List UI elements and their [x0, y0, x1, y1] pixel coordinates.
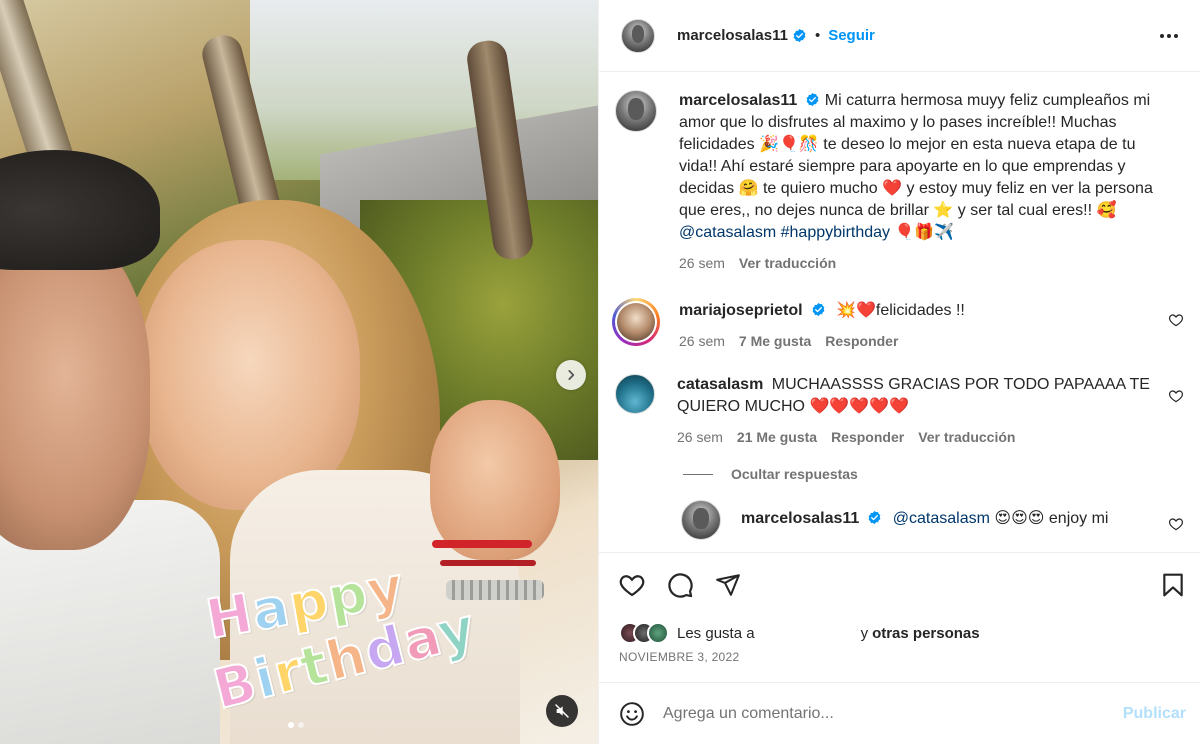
comment-reply: marcelosalas11 @catasalasm 😍😍😍 enjoy mi [681, 500, 1184, 540]
media-man-face [0, 230, 150, 550]
carousel-indicator [288, 722, 304, 728]
caption-hashtag[interactable]: #happybirthday [781, 224, 890, 241]
comment-time[interactable]: 26 sem [679, 330, 725, 352]
reply-button[interactable]: Responder [825, 330, 898, 352]
verified-badge-icon [812, 302, 824, 317]
heart-icon[interactable] [1168, 388, 1184, 404]
happy-birthday-sticker: Happy Birthday [201, 554, 483, 723]
avatar-story-ring[interactable] [612, 298, 660, 346]
instagram-post: Happy Birthday marcelosalas11 • Seguir m… [0, 0, 1200, 744]
caption-emoji: 🎈🎁✈️ [894, 224, 955, 241]
mute-button[interactable] [546, 695, 578, 727]
media-bracelet [432, 540, 532, 548]
liker-avatars [619, 622, 669, 644]
comment-likes[interactable]: 21 Me gusta [737, 426, 817, 448]
comment: mariajoseprietol 💥❤️felicidades !! 26 se… [612, 298, 1184, 352]
caption-time[interactable]: 26 sem [679, 252, 725, 274]
hide-replies-button[interactable]: Ocultar respuestas [683, 466, 1184, 482]
bookmark-icon [1163, 573, 1183, 596]
verified-badge-icon [868, 510, 881, 525]
comment: catasalasm MUCHAASSSS GRACIAS POR TODO P… [615, 374, 1184, 448]
likes-suffix: y [860, 624, 869, 642]
post-date[interactable]: NOVIEMBRE 3, 2022 [599, 650, 1200, 670]
avatar [617, 303, 655, 341]
avatar[interactable] [621, 18, 655, 53]
more-options-icon[interactable] [1154, 28, 1184, 44]
reply-username[interactable]: marcelosalas11 [741, 510, 859, 527]
save-button[interactable] [1158, 570, 1188, 600]
caption-text: Mi caturra hermosa muyy feliz cumpleaños… [679, 92, 1153, 219]
avatar[interactable] [615, 374, 655, 414]
verified-badge-icon [793, 28, 806, 43]
heart-icon[interactable] [1168, 516, 1184, 532]
comment-username[interactable]: mariajoseprietol [679, 302, 803, 319]
comment-body: catasalasm MUCHAASSSS GRACIAS POR TODO P… [677, 374, 1184, 448]
media-hand [430, 400, 560, 560]
header-user: marcelosalas11 • Seguir [677, 27, 875, 44]
comment-button[interactable] [665, 570, 695, 600]
heart-icon [619, 574, 645, 596]
post-media[interactable]: Happy Birthday [0, 0, 598, 744]
comment-meta: 26 sem 21 Me gusta Responder Ver traducc… [677, 426, 1158, 448]
comment-text: 💥❤️felicidades !! [836, 302, 965, 319]
translate-button[interactable]: Ver traducción [918, 426, 1015, 448]
caption-meta: 26 sem Ver traducción [679, 252, 1158, 274]
reply-body: marcelosalas11 @catasalasm 😍😍😍 enjoy mi [741, 500, 1184, 540]
comments-section[interactable]: marcelosalas11 Mi caturra hermosa muyy f… [599, 72, 1200, 552]
share-button[interactable] [713, 570, 743, 600]
reply-button[interactable]: Responder [831, 426, 904, 448]
publish-button[interactable]: Publicar [1123, 705, 1186, 723]
verified-badge-icon [806, 92, 819, 107]
caption: marcelosalas11 Mi caturra hermosa muyy f… [615, 90, 1184, 274]
caption-mention[interactable]: @catasalasm [679, 224, 776, 241]
emoji-icon[interactable] [619, 701, 645, 727]
caption-body: marcelosalas11 Mi caturra hermosa muyy f… [679, 90, 1184, 274]
caption-username[interactable]: marcelosalas11 [679, 92, 797, 109]
hide-replies-label: Ocultar respuestas [731, 466, 858, 482]
likes-summary[interactable]: Les gusta a y otras personas [599, 616, 1200, 650]
action-bar [599, 552, 1200, 616]
comment-meta: 26 sem 7 Me gusta Responder [679, 330, 1158, 352]
avatar[interactable] [681, 500, 721, 540]
follow-button[interactable]: Seguir [828, 27, 875, 44]
post-header: marcelosalas11 • Seguir [599, 0, 1200, 72]
comment-bubble-icon [668, 572, 693, 598]
avatar [647, 622, 669, 644]
speaker-muted-icon [555, 704, 569, 718]
paper-plane-icon [716, 573, 740, 596]
likes-others[interactable]: otras personas [872, 625, 980, 642]
carousel-next-button[interactable] [556, 360, 586, 390]
carousel-dot [298, 722, 304, 728]
comment-composer: Publicar [599, 682, 1200, 744]
chevron-right-icon [568, 370, 575, 380]
comment-time[interactable]: 26 sem [677, 426, 723, 448]
reply-mention[interactable]: @catasalasm [893, 510, 990, 527]
likes-prefix: Les gusta a [677, 624, 755, 642]
divider [683, 473, 713, 475]
comment-input[interactable] [663, 704, 1123, 723]
media-man-cap [0, 150, 160, 270]
avatar[interactable] [615, 90, 657, 132]
comment-body: mariajoseprietol 💥❤️felicidades !! 26 se… [679, 298, 1184, 352]
comment-likes[interactable]: 7 Me gusta [739, 330, 811, 352]
comment-username[interactable]: catasalasm [677, 376, 763, 393]
translate-button[interactable]: Ver traducción [739, 252, 836, 274]
heart-icon[interactable] [1168, 312, 1184, 328]
carousel-dot [288, 722, 294, 728]
like-button[interactable] [617, 570, 647, 600]
reply-text: 😍😍😍 enjoy mi [994, 510, 1109, 527]
header-username[interactable]: marcelosalas11 [677, 27, 788, 44]
post-panel: marcelosalas11 • Seguir marcelosalas11 M… [598, 0, 1200, 744]
header-separator: • [814, 27, 821, 44]
